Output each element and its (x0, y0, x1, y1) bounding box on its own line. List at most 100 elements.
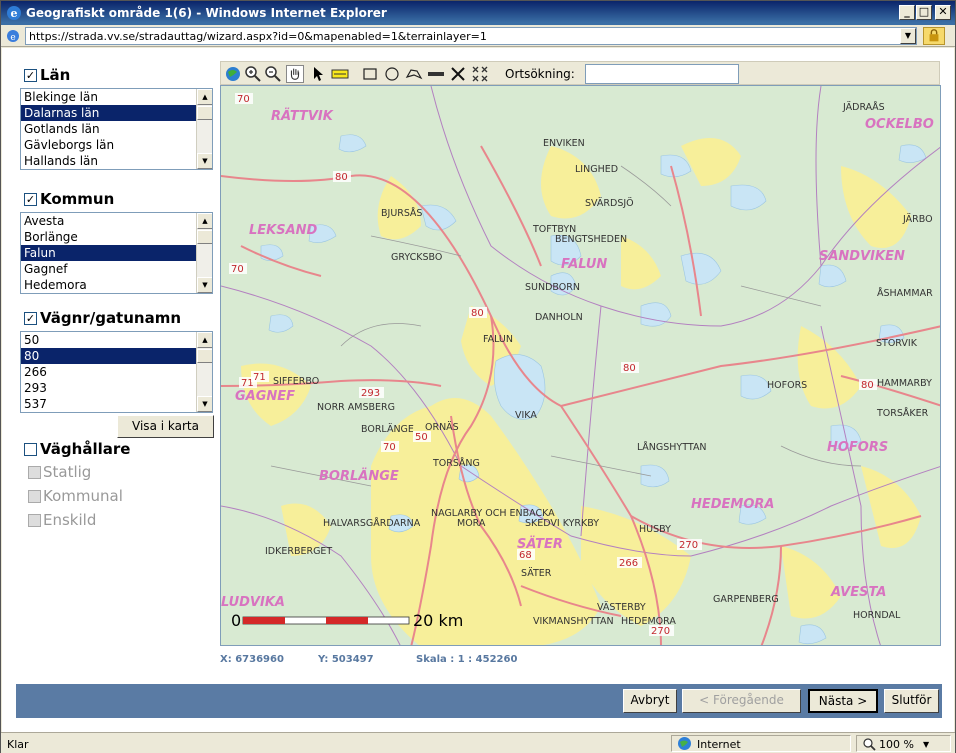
place-label: GARPENBERG (713, 594, 779, 605)
polygon-icon[interactable] (405, 65, 423, 83)
clear-all-icon[interactable] (471, 65, 489, 83)
vaghallare-checkbox[interactable] (24, 443, 37, 456)
circle-icon[interactable] (383, 65, 401, 83)
lan-checkbox[interactable]: ✓ (24, 69, 37, 82)
ortsokning-input[interactable] (585, 64, 739, 84)
zoom-in-icon[interactable] (244, 65, 262, 83)
kommun-scrollbar[interactable]: ▲ ▼ (196, 213, 212, 293)
scroll-down-arrow-icon[interactable]: ▼ (197, 153, 212, 169)
vagnr-listbox[interactable]: 50 80 266 293 537 ▲ ▼ (20, 331, 213, 413)
scroll-thumb[interactable] (197, 349, 212, 363)
cancel-button[interactable]: Avbryt (623, 689, 677, 713)
close-button[interactable]: ✕ (935, 5, 951, 20)
scroll-down-arrow-icon[interactable]: ▼ (197, 277, 212, 293)
lan-list-item[interactable]: Gotlands län (21, 121, 196, 137)
lan-list-item[interactable]: Gävleborgs län (21, 137, 196, 153)
vagnr-list-item[interactable]: 293 (21, 380, 196, 396)
maximize-button[interactable]: □ (916, 5, 932, 20)
finish-button[interactable]: Slutför (884, 689, 939, 713)
lan-list-item[interactable]: Dalarnas län (21, 105, 196, 121)
place-label: HOFORS (827, 440, 888, 455)
vagnr-list-item[interactable]: 266 (21, 364, 196, 380)
place-label: AVESTA (830, 585, 886, 600)
line-icon[interactable] (427, 65, 445, 83)
scroll-up-arrow-icon[interactable]: ▲ (197, 213, 212, 229)
vagnr-list-item[interactable]: 80 (21, 348, 196, 364)
previous-button[interactable]: < Föregående (682, 689, 801, 713)
url-field[interactable]: https://strada.vv.se/stradauttag/wizard.… (25, 27, 917, 45)
lan-scrollbar[interactable]: ▲ ▼ (196, 89, 212, 169)
road-number-label: 50 (415, 432, 428, 443)
zoom-icon[interactable] (862, 737, 876, 751)
scale-icon[interactable] (331, 65, 349, 83)
kommun-list-item[interactable]: Borlänge (21, 229, 196, 245)
rectangle-icon[interactable] (361, 65, 379, 83)
url-dropdown-button[interactable]: ▼ (900, 28, 916, 44)
globe-icon[interactable] (224, 65, 242, 83)
kommun-checkbox[interactable]: ✓ (24, 193, 37, 206)
pan-hand-icon[interactable] (286, 65, 304, 83)
place-label: FALUN (483, 334, 513, 345)
place-label: LINGHED (575, 164, 618, 175)
minimize-button[interactable]: _ (899, 5, 915, 20)
lan-list-item[interactable]: Blekinge län (21, 89, 196, 105)
zoom-level[interactable]: 100 % (879, 738, 914, 751)
place-label: SVÄRDSJÖ (585, 198, 634, 209)
vagnr-list-item[interactable]: 537 (21, 396, 196, 412)
map-view[interactable]: RÄTTVIK ENVIKEN JÄDRAÅS OCKELBO LINGHED SVÄRD… (220, 85, 941, 646)
road-number-shield: 70 (381, 441, 399, 453)
place-label: BJURSÅS (381, 207, 422, 219)
kommunal-checkbox[interactable] (28, 490, 41, 503)
statlig-checkbox[interactable] (28, 466, 41, 479)
place-label: STORVIK (876, 338, 918, 349)
road-number-label: 70 (231, 264, 244, 275)
kommun-listbox[interactable]: Avesta Borlänge Falun Gagnef Hedemora ▲ ▼ (20, 212, 213, 294)
window-title: Geografiskt område 1(6) - Windows Intern… (26, 6, 387, 20)
place-label: LÅNGSHYTTAN (637, 441, 707, 453)
zoom-dropdown-icon[interactable]: ▼ (923, 740, 929, 749)
status-text: Klar (7, 738, 29, 751)
road-number-shield: 266 (617, 557, 642, 569)
road-number-label: 270 (679, 540, 698, 551)
delete-icon[interactable] (449, 65, 467, 83)
select-arrow-icon[interactable] (309, 65, 327, 83)
scroll-thumb[interactable] (197, 230, 212, 244)
road-number-shield: 80 (859, 379, 877, 391)
place-label: TORSÅNG (432, 457, 480, 469)
place-label: TORSÅKER (876, 407, 929, 419)
vagnr-checkbox[interactable]: ✓ (24, 312, 37, 325)
vagnr-list-item[interactable]: 50 (21, 332, 196, 348)
scroll-up-arrow-icon[interactable]: ▲ (197, 89, 212, 105)
zoom-out-icon[interactable] (264, 65, 282, 83)
lock-icon[interactable] (923, 27, 945, 45)
scroll-up-arrow-icon[interactable]: ▲ (197, 332, 212, 348)
page-content: ✓ Län Blekinge län Dalarnas län Gotlands l… (2, 48, 954, 732)
statlig-label: Statlig (43, 463, 92, 481)
vagnr-scrollbar[interactable]: ▲ ▼ (196, 332, 212, 412)
place-label: LUDVIKA (221, 595, 285, 610)
road-number-label: 70 (237, 94, 250, 105)
scroll-thumb[interactable] (197, 106, 212, 120)
kommun-list-item[interactable]: Falun (21, 245, 196, 261)
enskild-checkbox[interactable] (28, 514, 41, 527)
place-label: DANHOLN (535, 312, 583, 323)
place-label: RÄTTVIK (271, 108, 334, 124)
map-canvas[interactable]: RÄTTVIK ENVIKEN JÄDRAÅS OCKELBO LINGHED SVÄRD… (221, 86, 941, 646)
road-number-shield: 70 (235, 93, 253, 105)
kommun-label: Kommun (40, 190, 115, 208)
lan-list-item[interactable]: Hallands län (21, 153, 196, 169)
kommun-list-item[interactable]: Avesta (21, 213, 196, 229)
visa-i-karta-button[interactable]: Visa i karta (117, 415, 214, 438)
scale-bar-end: 20 km (413, 611, 463, 630)
road-number-label: 80 (623, 363, 636, 374)
next-button[interactable]: Nästa > (808, 689, 878, 713)
place-label: SIFFERBO (273, 376, 319, 387)
coordinate-readout: X: 6736960 Y: 503497 Skala : 1 : 452260 (220, 654, 940, 668)
place-label: GAGNEF (235, 389, 295, 404)
kommun-list-item[interactable]: Gagnef (21, 261, 196, 277)
kommun-list-item[interactable]: Hedemora (21, 277, 196, 293)
road-number-shield: 80 (469, 307, 487, 319)
lan-listbox[interactable]: Blekinge län Dalarnas län Gotlands län Gävl… (20, 88, 213, 170)
map-scale: Skala : 1 : 452260 (416, 654, 518, 665)
scroll-down-arrow-icon[interactable]: ▼ (197, 396, 212, 412)
